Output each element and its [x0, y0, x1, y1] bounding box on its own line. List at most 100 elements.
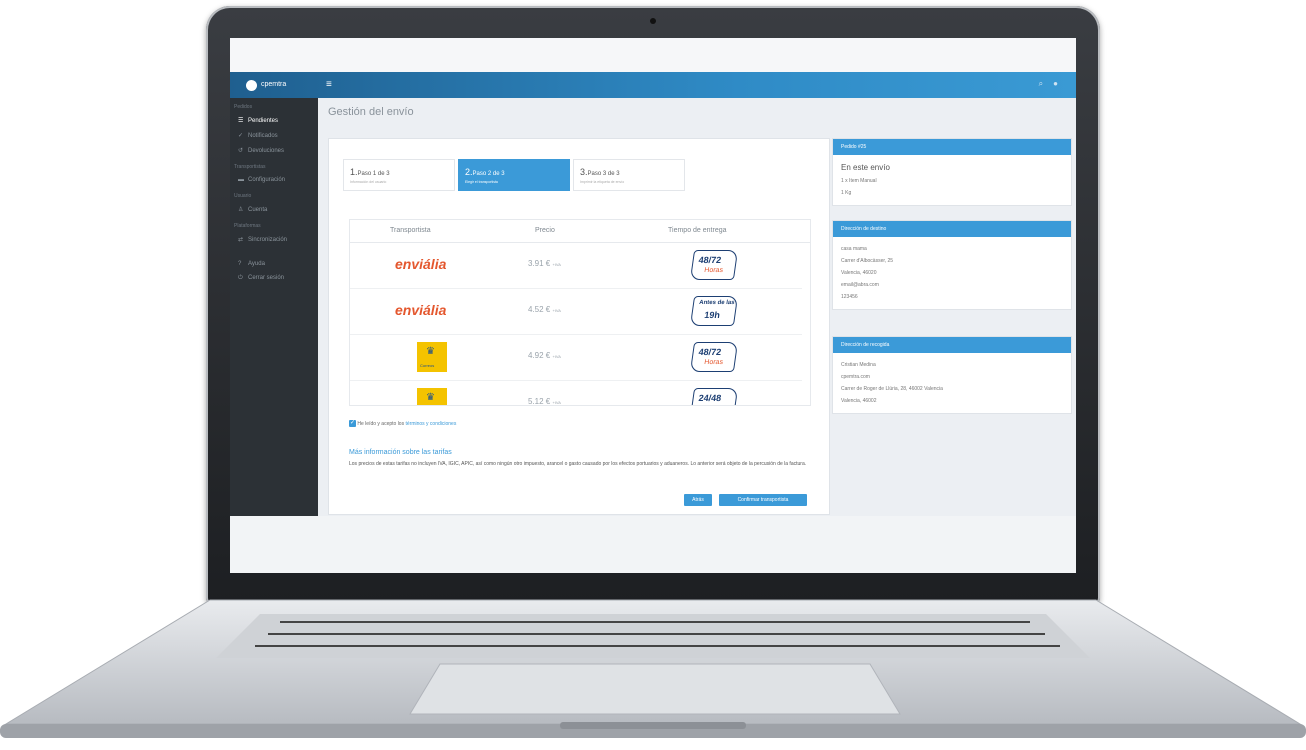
sidebar-item-label: Ayuda [248, 261, 265, 267]
undo-icon: ↺ [238, 148, 244, 154]
page-title: Gestión del envío [328, 106, 414, 118]
sidebar-item-sincronizacion[interactable]: ⇄ Sincronización [230, 232, 318, 247]
panel-title: Dirección de recogida [833, 337, 1071, 353]
list-icon: ☰ [238, 118, 244, 124]
step-number: 1. [350, 167, 358, 177]
correos-crown-icon: ♛ [426, 392, 435, 403]
step-subtitle: Elegir el transportista [465, 180, 498, 184]
terms-link[interactable]: términos y condiciones [405, 421, 456, 427]
price-cell: 5.12 € +IVA [528, 397, 561, 406]
back-button[interactable]: Atrás [684, 494, 712, 506]
steps-wizard: 1.Paso 1 de 3 Información del usuario 2.… [343, 159, 783, 191]
sidebar-item-label: Sincronización [248, 237, 288, 243]
correos-logo: ♛ Correos [417, 342, 447, 372]
order-panel: Pedido #25 En este envío 1 x Item Manual… [832, 138, 1072, 206]
delivery-main: 48/72 [698, 347, 722, 357]
delivery-badge: 24/48 [689, 388, 739, 405]
panel-line: Carrer d'Albocàsser, 25 [841, 258, 894, 264]
step-1[interactable]: 1.Paso 1 de 3 Información del usuario [343, 159, 455, 191]
price-cell: 3.91 € +IVA [528, 259, 561, 268]
search-icon[interactable]: ⌕ [1039, 79, 1053, 88]
step-title: Paso 2 de 3 [472, 171, 505, 177]
delivery-badge: 48/72 Horas [689, 250, 739, 280]
step-title: Paso 3 de 3 [587, 171, 620, 177]
screen: cpemtra ≡ ⌕● Pedidos ☰ Pendientes ✓ Notifi… [230, 38, 1076, 573]
header-precio: Precio [535, 227, 555, 234]
sidebar-item-label: Configuración [248, 177, 286, 183]
top-navbar: cpemtra ≡ ⌕● [230, 72, 1076, 98]
check-icon: ✓ [238, 133, 244, 139]
table-row[interactable]: ♛ 5.12 € +IVA 24/48 [350, 380, 802, 406]
laptop-keyboard-deck [0, 599, 1306, 738]
delivery-main: 48/72 [698, 255, 722, 265]
sidebar-item-label: Cuenta [248, 207, 268, 213]
price-cell: 4.92 € +IVA [528, 351, 561, 360]
step-number: 2. [465, 167, 473, 177]
confirm-carrier-button[interactable]: Confirmar transportista [719, 494, 807, 506]
price-suffix: +IVA [552, 354, 561, 359]
panel-line: 1 x Item Manual [841, 178, 877, 184]
header-transportista: Transportista [390, 227, 431, 234]
terms-checkbox-row[interactable]: ✓ He leído y acepto los términos y condi… [349, 420, 456, 427]
price-value: 4.92 € [528, 351, 551, 360]
sidebar-item-cerrar-sesion[interactable]: ⏻ Cerrar sesión [230, 271, 318, 286]
price-value: 3.91 € [528, 259, 551, 268]
sidebar-item-label: Devoluciones [248, 148, 285, 154]
correos-logo-text: Correos [420, 363, 435, 368]
step-2[interactable]: 2.Paso 2 de 3 Elegir el transportista [458, 159, 570, 191]
delivery-main: Antes de las [698, 300, 735, 306]
sidebar-section-label: Pedidos [234, 104, 253, 110]
table-row[interactable]: enviália 4.52 € +IVA Antes de las 19h [350, 288, 802, 335]
sidebar-section-label: Usuario [234, 193, 252, 199]
delivery-badge: Antes de las 19h [689, 296, 739, 326]
table-row[interactable]: enviália 3.91 € +IVA 48/72 Horas [350, 242, 802, 289]
info-text: Los precios de estas tarifas no incluyen… [349, 461, 807, 467]
price-suffix: +IVA [552, 262, 561, 267]
pickup-panel: Dirección de recogida Cristian Medina cp… [832, 336, 1072, 414]
laptop-base [0, 596, 1306, 750]
sidebar-item-pendientes[interactable]: ☰ Pendientes [230, 113, 318, 128]
carriers-table: Transportista Precio Tiempo de entrega e… [349, 219, 811, 406]
panel-line: Valencia, 46020 [841, 270, 877, 276]
info-title: Más información sobre las tarifas [349, 449, 452, 456]
shipment-card: 1.Paso 1 de 3 Información del usuario 2.… [328, 138, 830, 515]
step-subtitle: Información del usuario [350, 180, 387, 184]
sidebar-item-devoluciones[interactable]: ↺ Devoluciones [230, 143, 318, 158]
panel-line: Carrer de Roger de Llúria, 28, 46002 Val… [841, 386, 943, 392]
table-row[interactable]: ♛ Correos 4.92 € +IVA 48/72 Horas [350, 334, 802, 381]
panel-line: casa mama [841, 246, 867, 252]
user-icon[interactable]: ● [1053, 79, 1068, 88]
power-icon: ⏻ [238, 275, 243, 281]
sidebar-section-label: Plataformas [234, 223, 261, 229]
sidebar-item-cuenta[interactable]: ♙ Cuenta [230, 202, 318, 217]
panel-line: email@abra.com [841, 282, 879, 288]
correos-logo: ♛ [417, 388, 447, 405]
app-logo[interactable]: cpemtra [246, 80, 306, 91]
panel-title: Dirección de destino [833, 221, 1071, 237]
price-value: 4.52 € [528, 305, 551, 314]
sidebar-item-notificados[interactable]: ✓ Notificados [230, 128, 318, 143]
main-content: Gestión del envío 1.Paso 1 de 3 Informac… [318, 98, 1076, 516]
terms-text: He leído y acepto los [357, 420, 405, 427]
header-tiempo: Tiempo de entrega [668, 227, 727, 234]
sync-icon: ⇄ [238, 237, 244, 243]
sidebar-item-label: Cerrar sesión [248, 275, 285, 281]
sidebar-section-label: Transportistas [234, 164, 266, 170]
navbar-icons: ⌕● [1039, 79, 1068, 89]
logo-icon [246, 80, 257, 91]
sidebar-item-configuracion[interactable]: ▬ Configuración [230, 173, 318, 187]
panel-line: 123456 [841, 294, 858, 300]
truck-icon: ▬ [238, 177, 244, 183]
sidebar-item-ayuda[interactable]: ? Ayuda [230, 257, 318, 271]
user-icon: ♙ [238, 207, 244, 213]
correos-crown-icon: ♛ [426, 346, 435, 357]
panel-title: Pedido #25 [833, 139, 1071, 155]
hamburger-icon[interactable]: ≡ [326, 79, 332, 90]
screen-bottom-area [230, 516, 1076, 573]
price-value: 5.12 € [528, 397, 551, 406]
logo-text: cpemtra [261, 81, 287, 88]
panel-heading: En este envío [841, 163, 890, 172]
envialia-logo: enviália [395, 302, 447, 318]
terms-checkbox[interactable]: ✓ [349, 420, 356, 427]
step-3[interactable]: 3.Paso 3 de 3 Imprimir la etiqueta de en… [573, 159, 685, 191]
